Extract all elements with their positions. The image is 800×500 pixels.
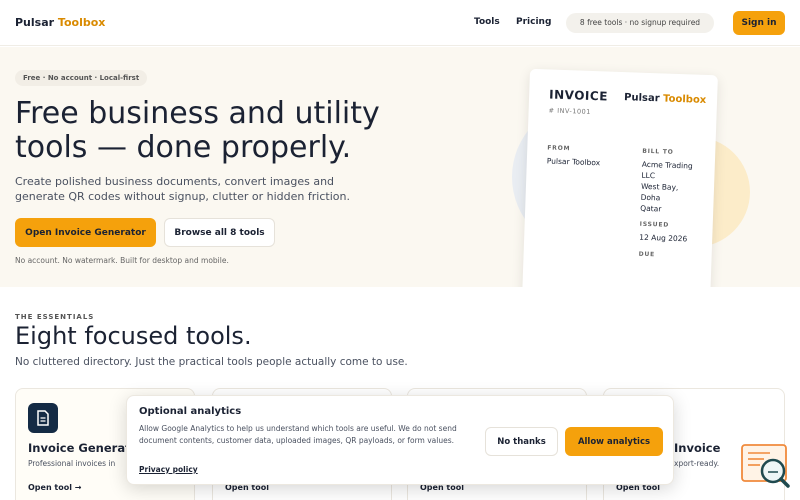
invoice-title: INVOICE [548,87,609,104]
section-kicker: THE ESSENTIALS [15,313,95,321]
billto-line: Qatar [640,203,662,214]
hero-section: Free · No account · Local-first Free bus… [0,47,800,287]
document-icon [28,403,58,433]
consent-text: Allow Google Analytics to help us unders… [139,424,457,445]
analytics-consent-banner: Optional analytics Allow Google Analytic… [126,395,674,485]
invoice-brand-accent: Toolbox [662,93,707,106]
invoice-issued-label: ISSUED [639,220,670,229]
open-tool-link[interactable]: Open tool → [28,483,81,492]
hero-title: Free business and utility tools — done p… [15,96,380,165]
invoice-due-label: DUE [638,250,656,259]
section-title: Eight focused tools. [15,322,252,350]
no-thanks-button[interactable]: No thanks [485,427,558,456]
invoice-from-value: Pulsar Toolbox [546,156,601,168]
invoice-brand-main: Pulsar [623,92,660,105]
nav-pricing-link[interactable]: Pricing [516,17,551,27]
invoice-number: # INV-1001 [548,106,591,116]
invoice-brand: Pulsar Toolbox [624,92,706,106]
invoice-billto-label: BILL TO [642,147,674,156]
tool-description: xport-ready. [674,459,720,468]
logo-accent: Toolbox [57,16,106,29]
free-tools-badge: 8 free tools · no signup required [566,13,714,33]
tool-description: Professional invoices in [28,459,116,468]
section-subtitle: No cluttered directory. Just the practic… [15,356,408,368]
allow-analytics-button[interactable]: Allow analytics [565,427,663,456]
hero-subtitle: Create polished business documents, conv… [15,175,350,203]
logo-main: Pulsar [15,16,55,29]
invoice-issued-value: 12 Aug 2026 [639,232,688,244]
nav-tools-link[interactable]: Tools [474,17,500,27]
tool-name: Invoice [674,441,721,455]
consent-title: Optional analytics [139,406,242,417]
hero-note: No account. No watermark. Built for desk… [15,256,229,265]
invoice-preview-card: INVOICE Pulsar Toolbox # INV-1001 FROM P… [522,68,718,287]
sign-in-button[interactable]: Sign in [733,11,785,35]
browse-tools-button[interactable]: Browse all 8 tools [164,218,275,247]
invoice-billto-address: Acme Trading LLC West Bay, Doha Qatar [640,159,693,216]
search-magnifier-icon[interactable] [740,442,792,490]
logo[interactable]: Pulsar Toolbox [15,16,105,29]
invoice-from-label: FROM [547,144,571,153]
hero-pill: Free · No account · Local-first [15,70,148,86]
privacy-policy-link[interactable]: Privacy policy [139,465,198,474]
open-invoice-generator-button[interactable]: Open Invoice Generator [15,218,156,247]
site-header: Pulsar Toolbox Tools Pricing 8 free tool… [0,0,800,46]
